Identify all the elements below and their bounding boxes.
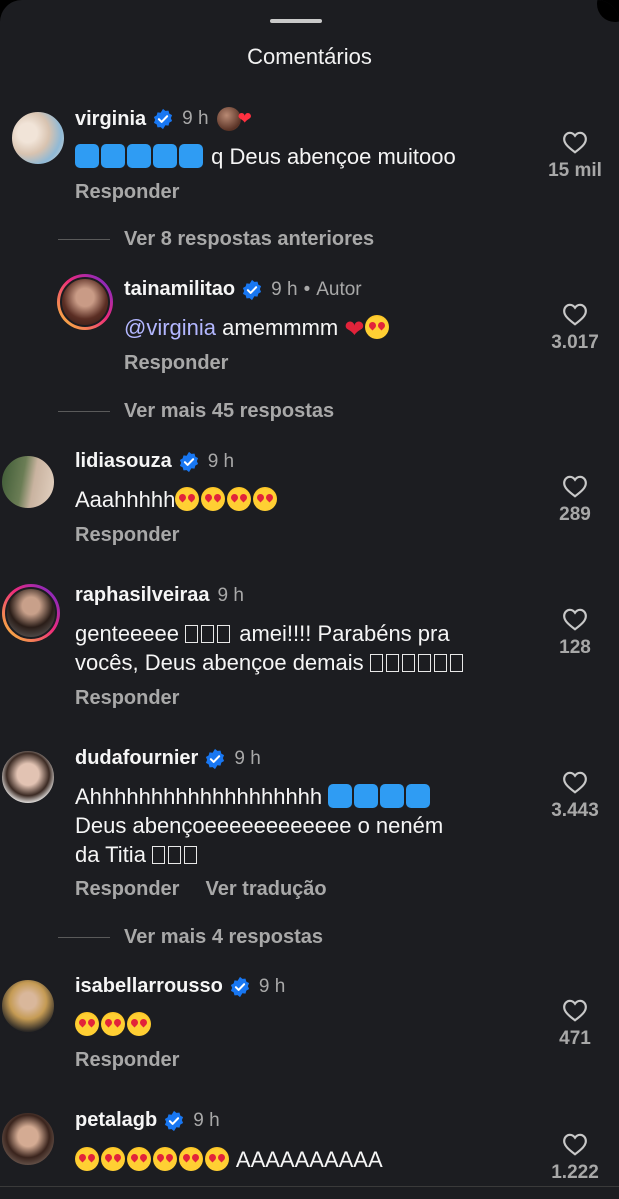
comment-text: q Deus abençoe muitooo (75, 142, 456, 171)
comment-time: 9 h (271, 278, 298, 300)
comment-header: raphasilveiraa 9 h (75, 584, 244, 607)
like-count: 471 (559, 1028, 591, 1049)
heart-outline-icon (563, 131, 587, 154)
comment-time: 9 h (207, 450, 235, 472)
heart-outline-icon (563, 999, 587, 1022)
view-more-replies[interactable]: Ver mais 4 respostas (58, 926, 323, 949)
comment-text: Ahhhhhhhhhhhhhhhhhhh Deus abençoeeeeeeee… (75, 784, 444, 867)
comment-header: virginia 9 h ❤ (75, 107, 252, 131)
drag-handle[interactable] (270, 19, 322, 23)
view-more-replies[interactable]: Ver mais 45 respostas (58, 400, 334, 423)
like-button[interactable]: 1.222 (535, 1132, 615, 1184)
comment-text: AAAAAAAAAA (75, 1145, 383, 1174)
avatar[interactable] (0, 749, 56, 805)
like-button[interactable]: 128 (535, 607, 615, 659)
reply-button[interactable]: Responder (75, 687, 179, 710)
reply-button[interactable]: Responder (124, 352, 228, 375)
comment-text: Aaahhhhh (75, 485, 279, 514)
comment-header: tainamilitao 9 h • Autor (124, 278, 362, 301)
comment-time: 9 h (258, 975, 286, 997)
comment-time: 9 h (217, 584, 244, 606)
username[interactable]: virginia (75, 108, 146, 131)
username[interactable]: dudafournier (75, 747, 198, 770)
verified-badge-icon (179, 451, 198, 472)
comment-time: 9 h (234, 747, 261, 769)
comment-time: 9 h (193, 1109, 220, 1131)
username[interactable]: tainamilitao (124, 278, 235, 301)
avatar[interactable] (57, 274, 113, 330)
avatar[interactable] (0, 454, 56, 510)
like-count: 3.017 (551, 332, 599, 353)
heart-outline-icon (563, 303, 587, 326)
translate-button[interactable]: Ver tradução (205, 878, 326, 901)
reply-button[interactable]: Responder (75, 878, 179, 901)
reply-button[interactable]: Responder (75, 524, 179, 547)
comment-text (75, 1010, 153, 1039)
liked-by-author-badge: ❤ (216, 107, 252, 131)
heart-outline-icon (563, 608, 587, 631)
username[interactable]: raphasilveiraa (75, 584, 210, 607)
heart-outline-icon (563, 1133, 587, 1156)
like-button[interactable]: 289 (535, 474, 615, 526)
like-count: 1.222 (551, 1162, 599, 1183)
like-count: 3.443 (551, 800, 599, 821)
sheet-title: Comentários (247, 44, 372, 69)
reply-button[interactable]: Responder (75, 1049, 179, 1072)
like-button[interactable]: 3.017 (535, 302, 615, 354)
verified-badge-icon (243, 279, 262, 300)
verified-badge-icon (154, 108, 173, 130)
verified-badge-icon (230, 976, 249, 997)
comment-header: lidiasouza 9 h (75, 450, 234, 473)
reply-button[interactable]: Responder (75, 181, 179, 204)
comment-time: 9 h (182, 108, 209, 129)
username[interactable]: petalagb (75, 1109, 157, 1132)
comment-text: @virginia amemmmm ❤ (124, 313, 391, 342)
verified-badge-icon (165, 1110, 184, 1131)
verified-badge-icon (206, 748, 225, 769)
avatar[interactable] (0, 1111, 56, 1167)
comments-sheet: Comentários virginia 9 h ❤ q Deus abenço… (0, 0, 619, 1199)
like-count: 128 (559, 637, 591, 658)
username[interactable]: lidiasouza (75, 450, 172, 473)
like-button[interactable]: 3.443 (535, 770, 615, 822)
like-button[interactable]: 15 mil (535, 130, 615, 182)
comment-header: isabellarrousso 9 h (75, 975, 285, 998)
like-button[interactable]: 471 (535, 998, 615, 1050)
input-divider (0, 1186, 619, 1187)
avatar[interactable] (10, 110, 66, 166)
avatar[interactable] (2, 584, 60, 642)
like-count: 15 mil (548, 160, 602, 181)
mention-link[interactable]: @virginia (124, 315, 216, 340)
screen-corner (597, 0, 619, 22)
username[interactable]: isabellarrousso (75, 975, 223, 998)
comment-header: petalagb 9 h (75, 1109, 220, 1132)
heart-outline-icon (563, 771, 587, 794)
comment-text: genteeeee amei!!!! Parabéns pra vocês, D… (75, 619, 466, 677)
heart-outline-icon (563, 475, 587, 498)
avatar[interactable] (0, 978, 56, 1034)
author-label: Autor (316, 278, 362, 300)
like-count: 289 (559, 504, 591, 525)
comment-header: dudafournier 9 h (75, 747, 261, 770)
view-previous-replies[interactable]: Ver 8 respostas anteriores (58, 228, 374, 251)
